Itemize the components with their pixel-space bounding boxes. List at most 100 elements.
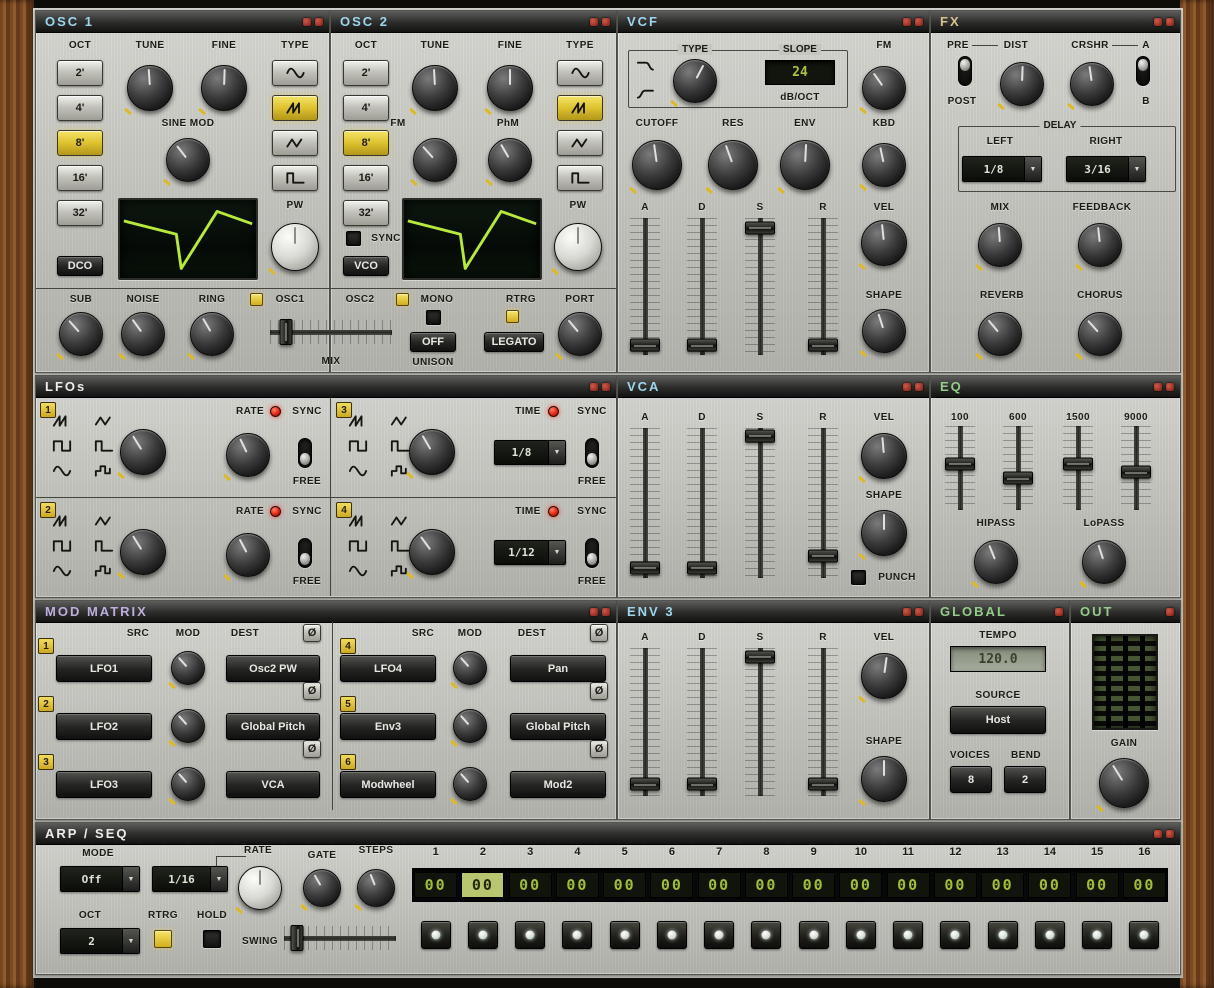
osc2-fine-knob[interactable]	[487, 65, 533, 111]
mod-slot6-dest-button[interactable]: Mod2	[510, 771, 606, 798]
osc1-tune-knob[interactable]	[127, 65, 173, 111]
osc1-oct-4-button[interactable]: 4'	[57, 95, 103, 121]
mixer-mix-slider[interactable]	[270, 320, 392, 344]
env3-attack-slider[interactable]	[630, 648, 660, 796]
vca-decay-slider[interactable]	[687, 428, 717, 578]
eq-band-9000-slider[interactable]	[1121, 426, 1151, 510]
env3-release-slider[interactable]	[808, 648, 838, 796]
vcf-vel-knob[interactable]	[861, 220, 907, 266]
osc2-oct-32-button[interactable]: 32'	[343, 200, 389, 226]
osc1-oct-16-button[interactable]: 16'	[57, 165, 103, 191]
global-bend-button[interactable]: 2	[1004, 766, 1046, 793]
step-button[interactable]	[893, 921, 923, 949]
vcf-fm-knob[interactable]	[862, 66, 906, 110]
lfo1-sync-switch[interactable]	[298, 438, 312, 468]
osc1-type-sine-button[interactable]	[272, 60, 318, 86]
vca-vel-knob[interactable]	[861, 433, 907, 479]
vcf-slope-display[interactable]: 24	[765, 60, 835, 85]
env3-shape-knob[interactable]	[861, 756, 907, 802]
step-button[interactable]	[799, 921, 829, 949]
lfo4-time-select[interactable]: 1/12▼	[494, 540, 566, 565]
eq-lopass-knob[interactable]	[1082, 540, 1126, 584]
vcf-res-knob[interactable]	[708, 140, 758, 190]
mod-slot2-src-button[interactable]: LFO2	[56, 713, 152, 740]
osc2-vco-button[interactable]: VCO	[343, 256, 389, 276]
vcf-attack-slider[interactable]	[630, 218, 660, 355]
arp-mode-select[interactable]: Off▼	[60, 866, 140, 892]
mod-slot6-invert-button[interactable]: Ø	[590, 740, 608, 758]
osc1-oct-8-button[interactable]: 8'	[57, 130, 103, 156]
osc2-pw-knob[interactable]	[554, 223, 602, 271]
eq-band-1500-slider[interactable]	[1063, 426, 1093, 510]
mod-slot1-invert-button[interactable]: Ø	[303, 624, 321, 642]
osc2-tune-knob[interactable]	[412, 65, 458, 111]
osc2-oct-16-button[interactable]: 16'	[343, 165, 389, 191]
arp-oct-select[interactable]: 2▼	[60, 928, 140, 954]
fx-crshr-knob[interactable]	[1070, 62, 1114, 106]
arp-rtrg-button[interactable]	[154, 930, 172, 948]
fx-pre-post-switch[interactable]	[958, 56, 972, 86]
mod-slot1-amount-knob[interactable]	[171, 651, 205, 685]
mixer-mono-led[interactable]	[396, 293, 409, 306]
osc1-type-saw-button[interactable]	[272, 95, 318, 121]
fx-chorus-knob[interactable]	[1078, 312, 1122, 356]
osc2-type-triangle-button[interactable]	[557, 130, 603, 156]
osc1-oct-2-button[interactable]: 2'	[57, 60, 103, 86]
out-gain-knob[interactable]	[1099, 758, 1149, 808]
mod-slot1-src-button[interactable]: LFO1	[56, 655, 152, 682]
step-button[interactable]	[988, 921, 1018, 949]
fx-a-b-switch[interactable]	[1136, 56, 1150, 86]
mod-slot6-src-button[interactable]: Modwheel	[340, 771, 436, 798]
lfo4-wave-knob[interactable]	[409, 529, 455, 575]
step-button[interactable]	[468, 921, 498, 949]
mixer-mono-checkbox[interactable]	[426, 310, 441, 325]
mod-slot2-invert-button[interactable]: Ø	[303, 682, 321, 700]
mod-slot4-invert-button[interactable]: Ø	[590, 624, 608, 642]
mixer-ring-knob[interactable]	[190, 312, 234, 356]
mod-slot6-amount-knob[interactable]	[453, 767, 487, 801]
arp-rate-select[interactable]: 1/16▼	[152, 866, 228, 892]
osc1-type-pulse-button[interactable]	[272, 165, 318, 191]
eq-hipass-knob[interactable]	[974, 540, 1018, 584]
osc1-sine-mod-knob[interactable]	[166, 138, 210, 182]
mod-slot5-amount-knob[interactable]	[453, 709, 487, 743]
vca-punch-checkbox[interactable]	[851, 570, 866, 585]
vcf-shape-knob[interactable]	[862, 309, 906, 353]
fx-feedback-knob[interactable]	[1078, 223, 1122, 267]
global-tempo-display[interactable]: 120.0	[950, 646, 1046, 672]
osc1-dco-button[interactable]: DCO	[57, 256, 103, 276]
mod-slot3-amount-knob[interactable]	[171, 767, 205, 801]
fx-reverb-knob[interactable]	[978, 312, 1022, 356]
step-button[interactable]	[610, 921, 640, 949]
mod-slot2-dest-button[interactable]: Global Pitch	[226, 713, 320, 740]
global-source-button[interactable]: Host	[950, 706, 1046, 734]
step-button[interactable]	[940, 921, 970, 949]
vca-sustain-slider[interactable]	[745, 428, 775, 578]
vcf-env-knob[interactable]	[780, 140, 830, 190]
osc1-type-triangle-button[interactable]	[272, 130, 318, 156]
vcf-release-slider[interactable]	[808, 218, 838, 355]
step-button[interactable]	[562, 921, 592, 949]
mixer-port-knob[interactable]	[558, 312, 602, 356]
step-button[interactable]	[751, 921, 781, 949]
step-button[interactable]	[1035, 921, 1065, 949]
env3-vel-knob[interactable]	[861, 653, 907, 699]
mod-slot5-src-button[interactable]: Env3	[340, 713, 436, 740]
vca-attack-slider[interactable]	[630, 428, 660, 578]
vcf-kbd-knob[interactable]	[862, 143, 906, 187]
lfo3-time-select[interactable]: 1/8▼	[494, 440, 566, 465]
osc2-oct-8-button[interactable]: 8'	[343, 130, 389, 156]
mod-slot3-invert-button[interactable]: Ø	[303, 740, 321, 758]
osc1-fine-knob[interactable]	[201, 65, 247, 111]
osc2-fm-knob[interactable]	[413, 138, 457, 182]
mod-slot4-dest-button[interactable]: Pan	[510, 655, 606, 682]
mixer-noise-knob[interactable]	[121, 312, 165, 356]
step-button[interactable]	[846, 921, 876, 949]
step-button[interactable]	[704, 921, 734, 949]
vcf-decay-slider[interactable]	[687, 218, 717, 355]
global-voices-button[interactable]: 8	[950, 766, 992, 793]
step-button[interactable]	[1129, 921, 1159, 949]
mod-slot5-dest-button[interactable]: Global Pitch	[510, 713, 606, 740]
mod-slot4-src-button[interactable]: LFO4	[340, 655, 436, 682]
mixer-legato-button[interactable]: LEGATO	[484, 332, 544, 352]
